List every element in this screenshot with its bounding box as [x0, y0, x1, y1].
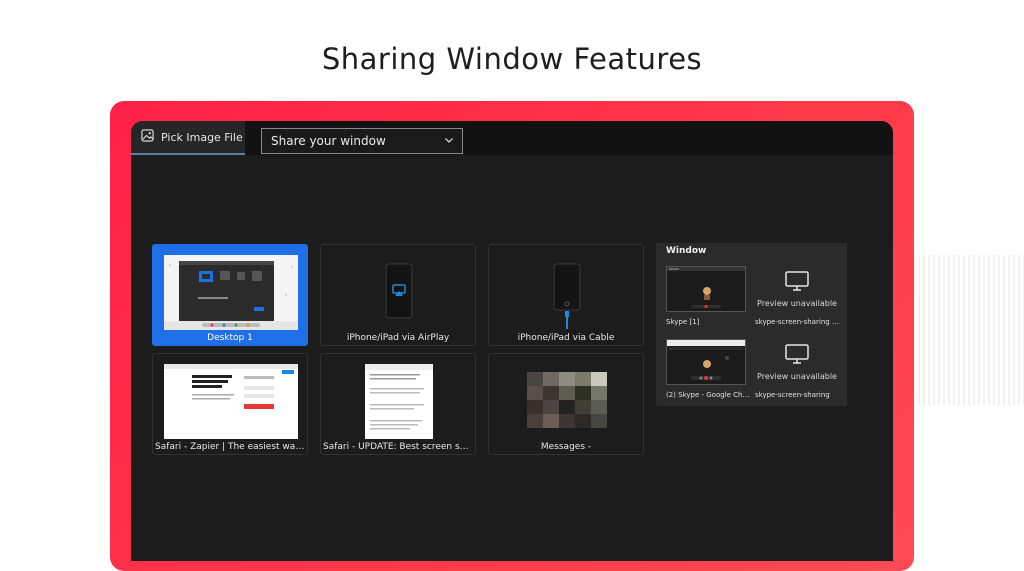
source-tile-label: iPhone/iPad via AirPlay: [346, 333, 450, 343]
image-icon: [141, 129, 154, 145]
safari-zapier-thumbnail: [164, 364, 298, 439]
chevron-down-icon: [444, 134, 454, 148]
preview-unavailable-text: Preview unavailable: [757, 371, 837, 381]
source-tile-label: Messages -: [540, 442, 592, 452]
source-tile-cable[interactable]: iPhone/iPad via Cable: [488, 244, 644, 346]
window-item-skype-screen-sharing[interactable]: Preview unavailable skype-screen-sharing: [755, 339, 839, 399]
monitor-icon: [785, 343, 809, 368]
window-item-label: Skype [1]: [666, 318, 700, 326]
pick-image-label: Pick Image File: [161, 130, 243, 144]
messages-thumbnail: [500, 364, 634, 439]
window-item-skype[interactable]: Skype [1]: [666, 266, 750, 326]
window-item-label: (2) Skype - Google Chrome: [666, 391, 750, 399]
window-panel: Window Skype [1] Preview unavailable sky…: [656, 243, 847, 406]
share-type-select[interactable]: Share your window: [261, 128, 463, 154]
source-tile-label: Desktop 1: [207, 333, 253, 343]
pick-image-file-tab[interactable]: Pick Image File: [131, 121, 245, 155]
share-dialog: Pick Image File Share your window Deskto…: [131, 121, 893, 561]
safari-update-thumbnail: [332, 364, 466, 439]
window-item-label: skype-screen-sharing: [755, 391, 830, 399]
window-item-chrome-skype[interactable]: (2) Skype - Google Chrome: [666, 339, 750, 399]
source-tile-safari-zapier[interactable]: Safari - Zapier | The easiest way to...: [152, 353, 308, 455]
source-tile-airplay[interactable]: iPhone/iPad via AirPlay: [320, 244, 476, 346]
source-tile-desktop[interactable]: Desktop 1: [152, 244, 308, 346]
chrome-skype-thumbnail: [666, 339, 746, 385]
share-select-value: Share your window: [271, 134, 386, 148]
skype-thumbnail: [666, 266, 746, 312]
source-tile-label: iPhone/iPad via Cable: [517, 333, 615, 343]
desktop-thumbnail: [164, 255, 298, 330]
source-tile-messages[interactable]: Messages -: [488, 353, 644, 455]
monitor-icon: [785, 270, 809, 295]
preview-unavailable-text: Preview unavailable: [757, 298, 837, 308]
preview-unavailable: Preview unavailable: [755, 339, 839, 385]
page-title: Sharing Window Features: [321, 42, 703, 76]
dialog-toolbar: Pick Image File Share your window: [131, 121, 893, 155]
window-item-skype-screen-sharing-word[interactable]: Preview unavailable skype-screen-sharing…: [755, 266, 839, 326]
source-tile-label: Safari - UPDATE: Best screen shari...: [323, 442, 475, 452]
source-tile-safari-update[interactable]: Safari - UPDATE: Best screen shari...: [320, 353, 476, 455]
window-item-label: skype-screen-sharing - Wo...: [755, 318, 839, 326]
preview-unavailable: Preview unavailable: [755, 266, 839, 312]
decorative-stripes: [918, 255, 1024, 405]
window-panel-title: Window: [666, 246, 707, 256]
source-tile-label: Safari - Zapier | The easiest way to...: [155, 442, 307, 452]
